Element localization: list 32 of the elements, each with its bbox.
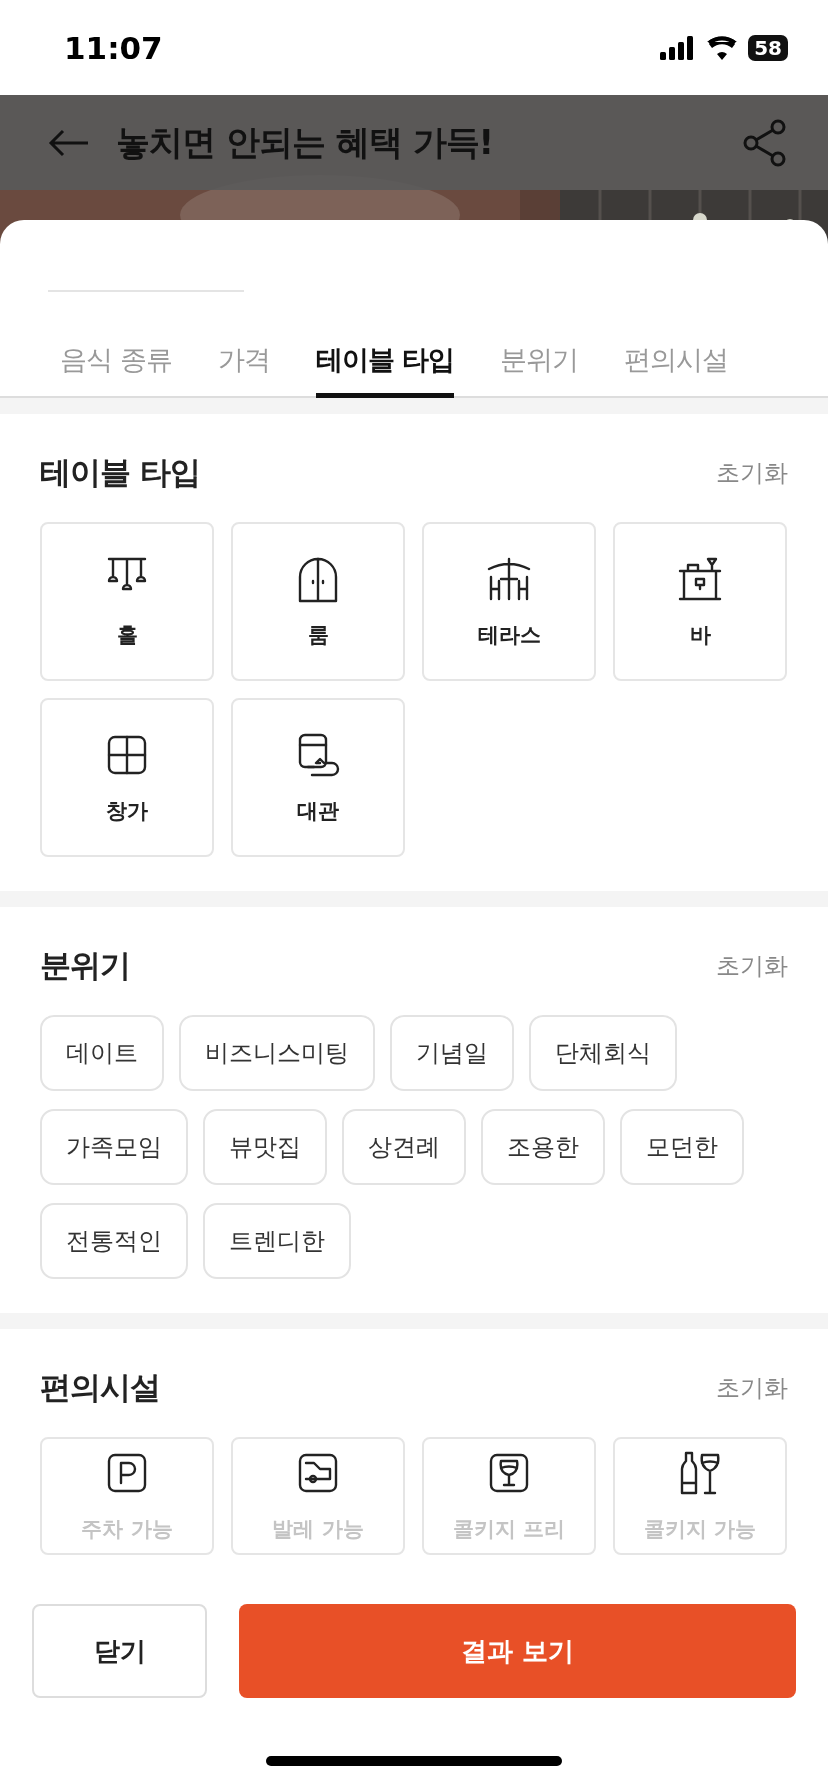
mood-chip[interactable]: 조용한 [481,1109,605,1185]
mood-chip[interactable]: 뷰맛집 [203,1109,327,1185]
mood-chip[interactable]: 데이트 [40,1015,164,1091]
mood-chip[interactable]: 비즈니스미팅 [179,1015,375,1091]
battery-indicator: 58 [748,34,788,61]
reset-button[interactable]: 초기화 [716,457,788,489]
option-card[interactable]: 창가 [40,698,214,857]
mood-chip[interactable]: 기념일 [390,1015,514,1091]
option-card[interactable]: 대관 [231,698,405,857]
share-button[interactable] [742,117,788,168]
page-title: 놓치면 안되는 혜택 가득! [116,120,495,164]
section-title: 분위기 [40,946,130,985]
option-card[interactable]: 룸 [231,522,405,681]
section-title: 테이블 타입 [40,453,200,492]
wifi-icon [706,35,739,60]
mood-chip[interactable]: 상견례 [342,1109,466,1185]
section-title: 편의시설 [40,1368,160,1407]
mood-chip[interactable]: 단체회식 [529,1015,677,1091]
show-results-button[interactable]: 결과 보기 [239,1604,796,1698]
option-card[interactable]: 바 [613,522,787,681]
option-card[interactable]: 테라스 [422,522,596,681]
mood-chip[interactable]: 모던한 [620,1109,744,1185]
filter-tab[interactable]: 테이블 타입 [315,332,454,398]
reset-button[interactable]: 초기화 [716,950,788,982]
mood-chip[interactable]: 가족모임 [40,1109,188,1185]
mood-chip[interactable]: 트렌디한 [203,1203,351,1279]
option-card[interactable]: 홀 [40,522,214,681]
close-button[interactable]: 닫기 [32,1604,207,1698]
status-time: 11:07 [64,29,163,66]
mood-chip[interactable]: 전통적인 [40,1203,188,1279]
reset-button[interactable]: 초기화 [716,1372,788,1404]
back-button[interactable] [48,127,90,158]
